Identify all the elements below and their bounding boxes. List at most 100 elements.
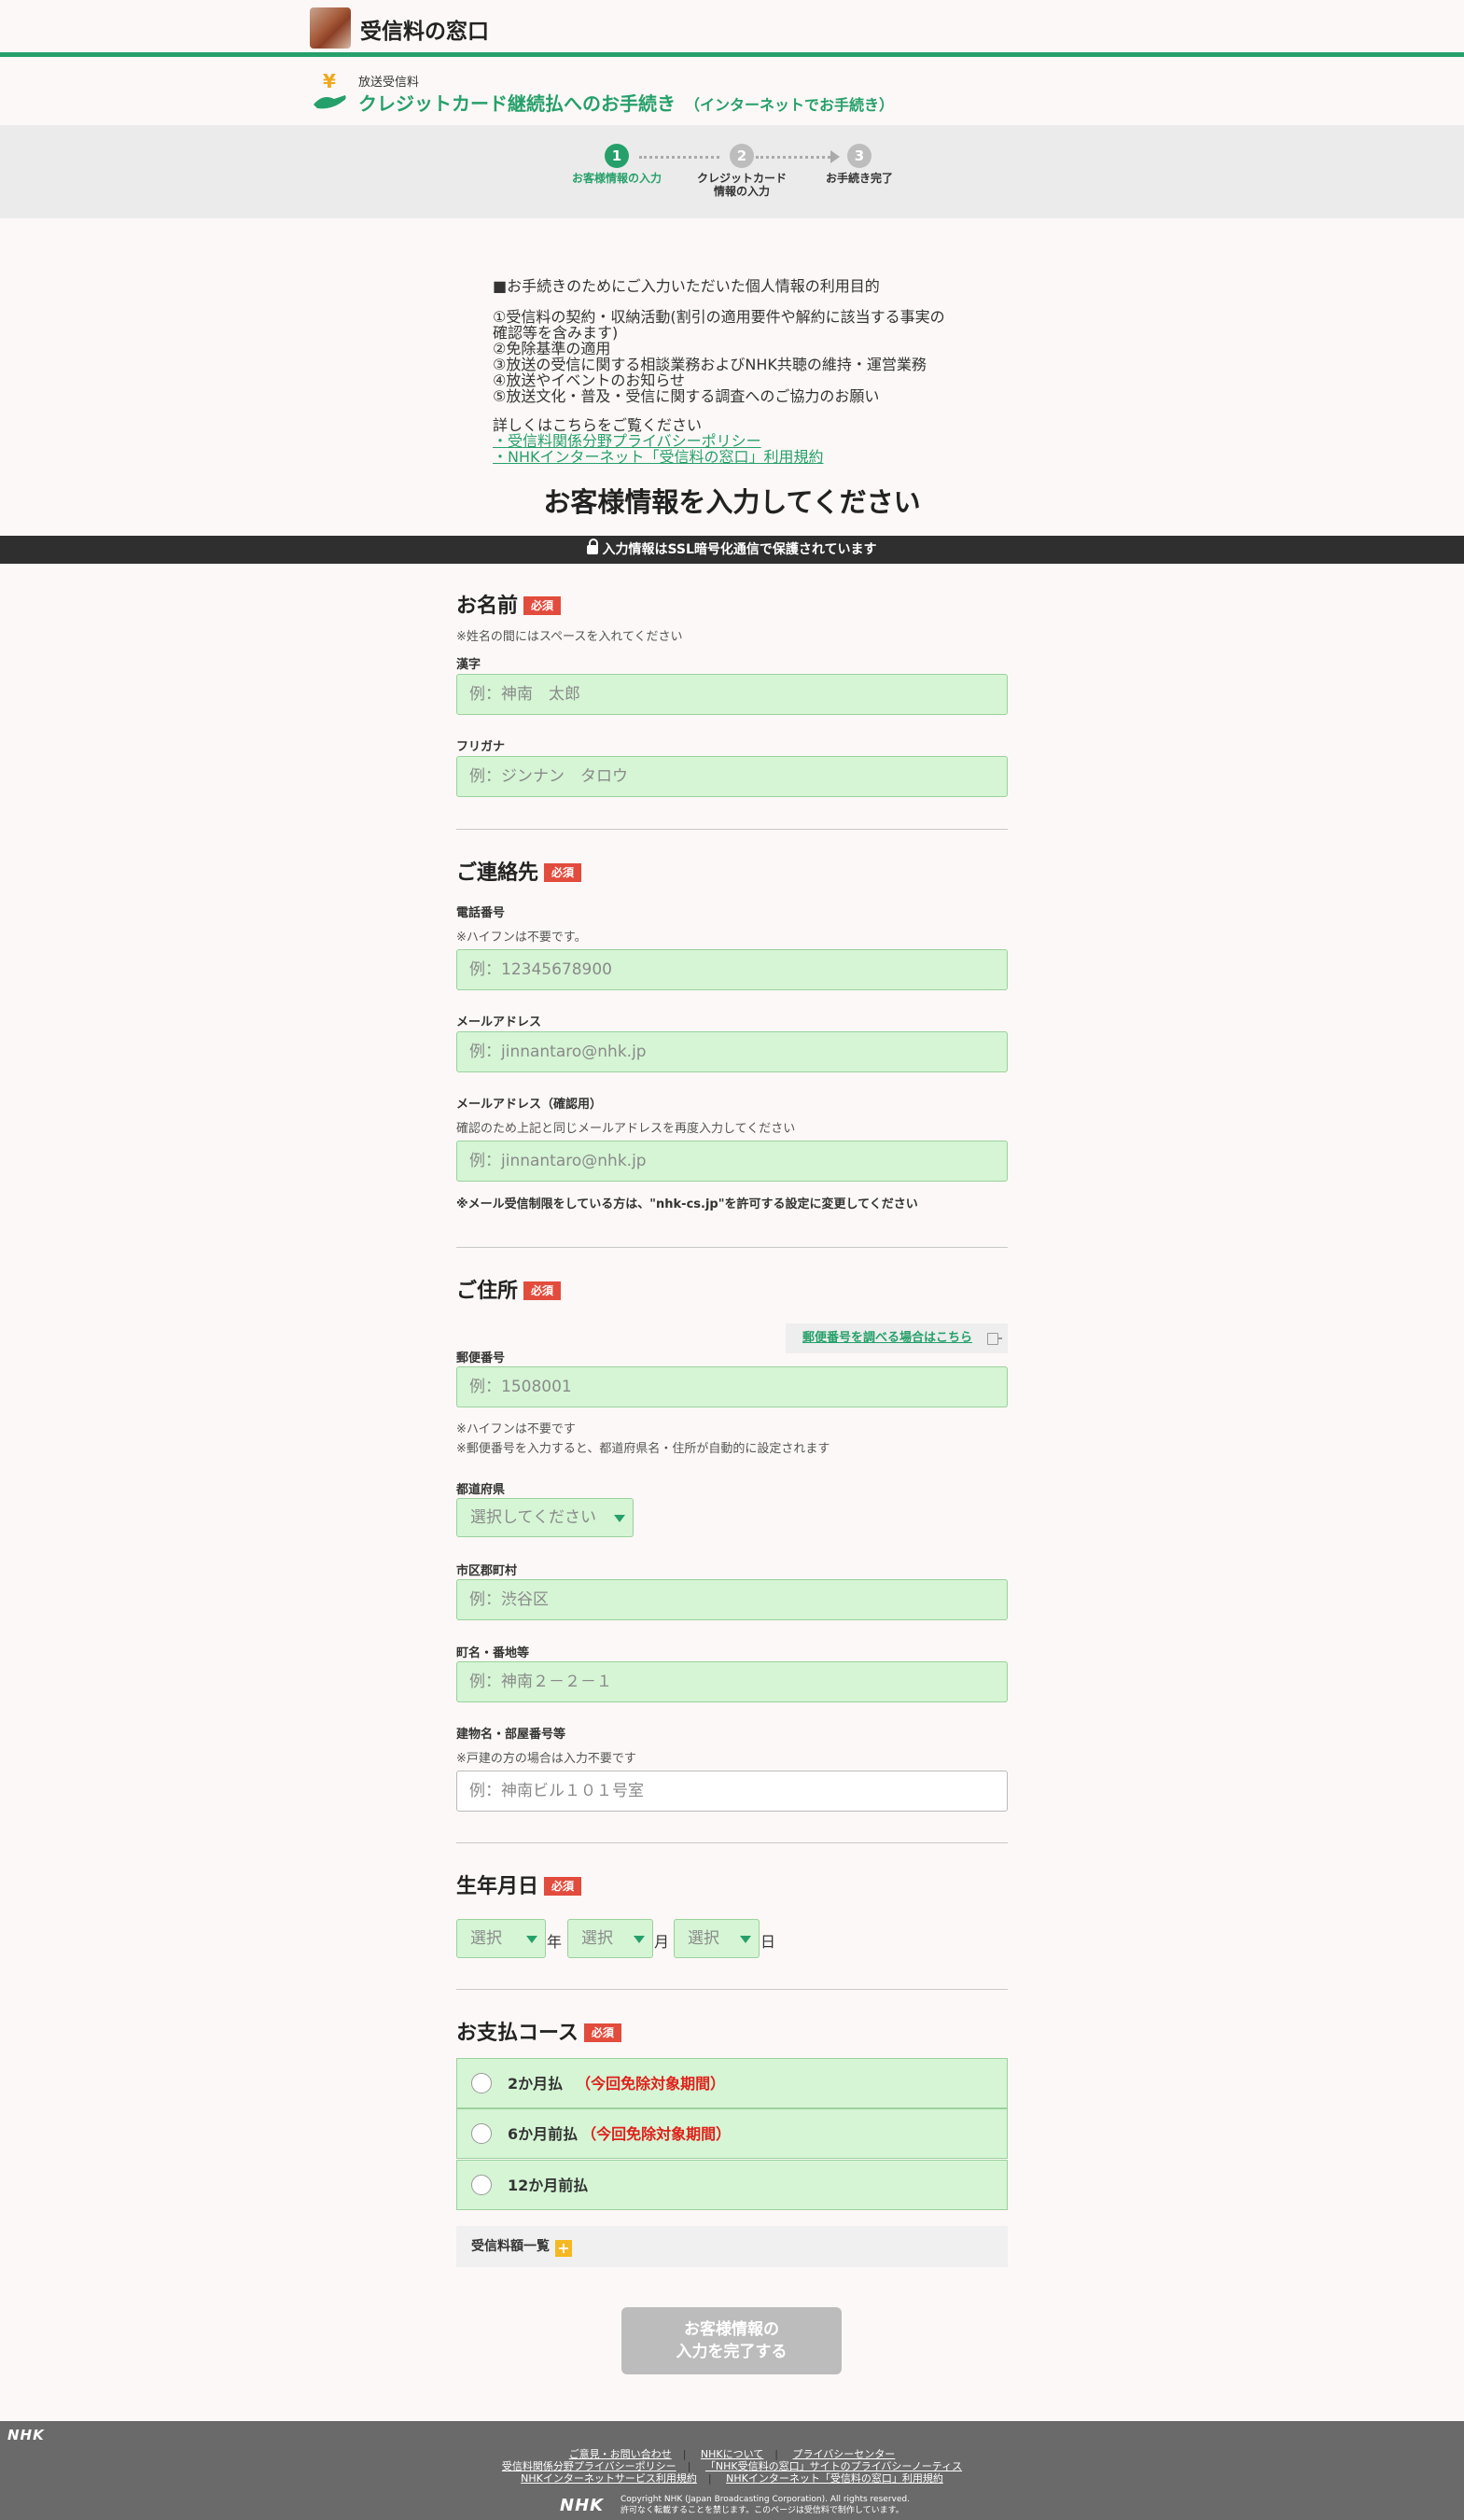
site-name[interactable]: 受信料の窓口 (360, 13, 489, 45)
terms-link[interactable]: ・NHKインターネット「受信料の窓口」利用規約 (493, 449, 978, 465)
zip-lookup-link[interactable]: 郵便番号を調べる場合はこちら (786, 1323, 1008, 1353)
footer-link-about[interactable]: NHKについて (701, 2448, 763, 2460)
fee-list-label: 受信料額一覧 (471, 2239, 550, 2254)
ssl-notice-text: 入力情報はSSL暗号化通信で保護されています (602, 542, 877, 557)
step-label: お手続き完了 (825, 172, 893, 185)
section-title-text: ご連絡先 (456, 861, 539, 885)
chevron-down-icon (526, 1936, 537, 1943)
ssl-notice-bar: 入力情報はSSL暗号化通信で保護されています (0, 536, 1464, 564)
payment-option-label: 2か月払 (508, 2075, 564, 2093)
section-title-text: お名前 (456, 595, 519, 618)
lock-icon (587, 539, 599, 554)
fee-list-toggle[interactable]: 受信料額一覧 + (456, 2226, 1008, 2267)
footer-link-contact[interactable]: ご意見・お問い合わせ (569, 2448, 672, 2460)
submit-label-1: お客様情報の (684, 2320, 779, 2339)
procedure-title-main: クレジットカード継続払へのお手続き (358, 92, 676, 115)
section-title-text: お支払コース (456, 2022, 579, 2045)
step-card-info: 2 クレジットカード 情報の入力 (688, 144, 796, 198)
footer-link-window-terms[interactable]: NHKインターネット「受信料の窓口」利用規約 (726, 2472, 943, 2485)
privacy-line: ④放送やイベントのお知らせ (493, 371, 686, 389)
email-label: メールアドレス (456, 1015, 542, 1029)
birth-year-select[interactable]: 選択 (456, 1919, 546, 1958)
nhk-footer-logo: NHK (560, 2496, 605, 2515)
page-title: お客様情報を入力してください (543, 486, 921, 518)
footer-link-privacy-policy[interactable]: 受信料関係分野プライバシーポリシー (502, 2460, 676, 2472)
exemption-note: （今回免除対象期間） (581, 2125, 732, 2143)
procedure-title-sub: （インターネットでお手続き） (685, 96, 895, 114)
radio-button[interactable] (471, 2123, 492, 2144)
payment-option-2-months[interactable]: 2か月払 （今回免除対象期間） (456, 2058, 1008, 2108)
privacy-line: ③放送の受信に関する相談業務およびNHK共聴の維持・運営業務 (493, 356, 927, 373)
city-label: 市区郡町村 (456, 1564, 518, 1578)
yen-hand-icon: ¥ (314, 71, 346, 109)
section-divider (456, 829, 1008, 830)
payment-option-12-months[interactable]: 12か月前払 (456, 2160, 1008, 2210)
kanji-label: 漢字 (456, 658, 481, 672)
payment-section-title: お支払コース 必須 (456, 2016, 621, 2046)
mail-restriction-warning: ※メール受信制限をしている方は、"nhk-cs.jp"を許可する設定に変更してく… (456, 1197, 918, 1211)
chevron-down-icon (740, 1936, 751, 1943)
exemption-note: （今回免除対象期間） (576, 2075, 726, 2093)
section-title-text: 生年月日 (456, 1875, 539, 1898)
birth-day-selected: 選択 (688, 1929, 719, 1948)
privacy-line: 確認等を含みます) (493, 324, 619, 342)
email-confirm-input[interactable] (456, 1141, 1008, 1182)
required-badge: 必須 (523, 596, 562, 615)
zip-autofill-note: ※郵便番号を入力すると、都道府県名・住所が自動的に設定されます (456, 1442, 830, 1456)
footer-link-privacy-center[interactable]: プライバシーセンター (793, 2448, 896, 2460)
submit-label-2: 入力を完了する (676, 2343, 788, 2361)
building-input[interactable] (456, 1771, 1008, 1812)
radio-button[interactable] (471, 2175, 492, 2195)
birth-day-select[interactable]: 選択 (674, 1919, 760, 1958)
section-divider (456, 1247, 1008, 1248)
email-confirm-note: 確認のため上記と同じメールアドレスを再度入力してください (456, 1122, 796, 1136)
privacy-line: ①受信料の契約・収納活動(割引の適用要件や解約に該当する事実の (493, 308, 945, 326)
phone-input[interactable] (456, 949, 1008, 990)
plus-icon[interactable]: + (555, 2240, 572, 2257)
step-label-2: 情報の入力 (713, 185, 770, 198)
privacy-line: ⑤放送文化・普及・受信に関する調査へのご協力のお願い (493, 387, 880, 405)
section-title-text: ご住所 (456, 1280, 519, 1303)
phone-note: ※ハイフンは不要です。 (456, 931, 587, 945)
zip-lookup-text[interactable]: 郵便番号を調べる場合はこちら (802, 1331, 972, 1345)
nhk-logo[interactable]: NHK (7, 2427, 45, 2443)
town-input[interactable] (456, 1661, 1008, 1702)
privacy-notice: ■お手続きのためにご入力いただいた個人情報の利用目的 ①受信料の契約・収納活動(… (493, 278, 978, 465)
external-link-icon (987, 1333, 1002, 1345)
zip-label: 郵便番号 (456, 1351, 506, 1365)
building-note: ※戸建の方の場合は入力不要です (456, 1752, 636, 1766)
privacy-policy-link[interactable]: ・受信料関係分野プライバシーポリシー (493, 433, 978, 449)
payment-option-6-months[interactable]: 6か月前払 （今回免除対象期間） (456, 2108, 1008, 2159)
copyright: Copyright NHK (Japan Broadcasting Corpor… (620, 2494, 910, 2516)
furigana-name-input[interactable] (456, 756, 1008, 797)
day-unit: 日 (760, 1933, 776, 1951)
name-note: ※姓名の間にはスペースを入れてください (456, 630, 683, 644)
birth-year-selected: 選択 (470, 1929, 502, 1948)
email-input[interactable] (456, 1031, 1008, 1072)
copyright-line-1: Copyright NHK (Japan Broadcasting Corpor… (620, 2495, 910, 2504)
furigana-label: フリガナ (456, 740, 506, 754)
site-logo-icon[interactable] (310, 7, 351, 49)
privacy-more: 詳しくはこちらをご覧ください (493, 416, 703, 434)
zip-input[interactable] (456, 1366, 1008, 1407)
zip-note: ※ハイフンは不要です (456, 1422, 576, 1436)
contact-section-title: ご連絡先 必須 (456, 856, 582, 886)
step-number: 2 (730, 144, 754, 168)
kanji-name-input[interactable] (456, 674, 1008, 715)
birth-month-selected: 選択 (581, 1929, 613, 1948)
city-input[interactable] (456, 1579, 1008, 1620)
privacy-heading: ■お手続きのためにご入力いただいた個人情報の利用目的 (493, 277, 880, 295)
svg-text:¥: ¥ (323, 71, 336, 92)
birth-month-select[interactable]: 選択 (567, 1919, 653, 1958)
month-unit: 月 (654, 1933, 670, 1951)
payment-option-label: 12か月前払 (508, 2177, 589, 2194)
prefecture-select[interactable]: 選択してください (456, 1498, 634, 1537)
footer-link-service-terms[interactable]: NHKインターネットサービス利用規約 (521, 2472, 697, 2485)
address-section-title: ご住所 必須 (456, 1274, 562, 1304)
footer-links-row: ご意見・お問い合わせ | NHKについて | プライバシーセンター (568, 2448, 896, 2460)
phone-label: 電話番号 (456, 906, 506, 920)
radio-button[interactable] (471, 2073, 492, 2093)
submit-button[interactable]: お客様情報の 入力を完了する (621, 2307, 842, 2374)
privacy-line: ②免除基準の適用 (493, 340, 611, 357)
footer-link-privacy-notice[interactable]: 「NHK受信料の窓口」サイトのプライバシーノーティス (705, 2460, 962, 2472)
